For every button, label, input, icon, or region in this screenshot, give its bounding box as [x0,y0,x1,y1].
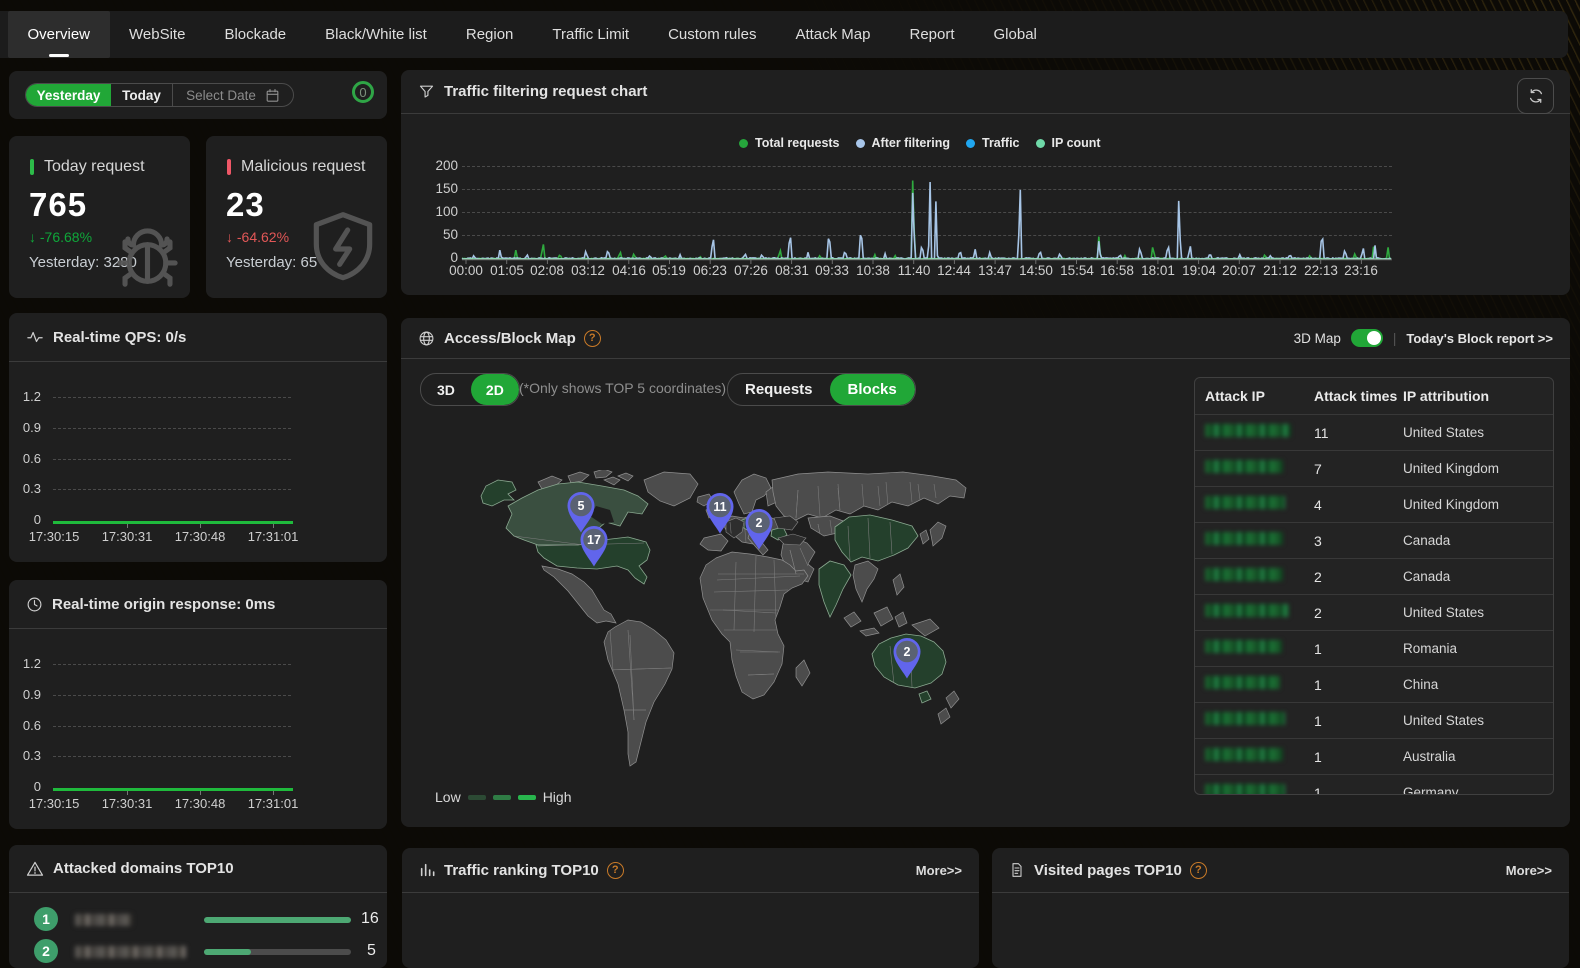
svg-text:17: 17 [587,533,601,547]
svg-text:2: 2 [756,516,763,530]
svg-text:11: 11 [713,500,726,514]
svg-text:2: 2 [904,645,911,659]
svg-text:5: 5 [578,499,585,513]
